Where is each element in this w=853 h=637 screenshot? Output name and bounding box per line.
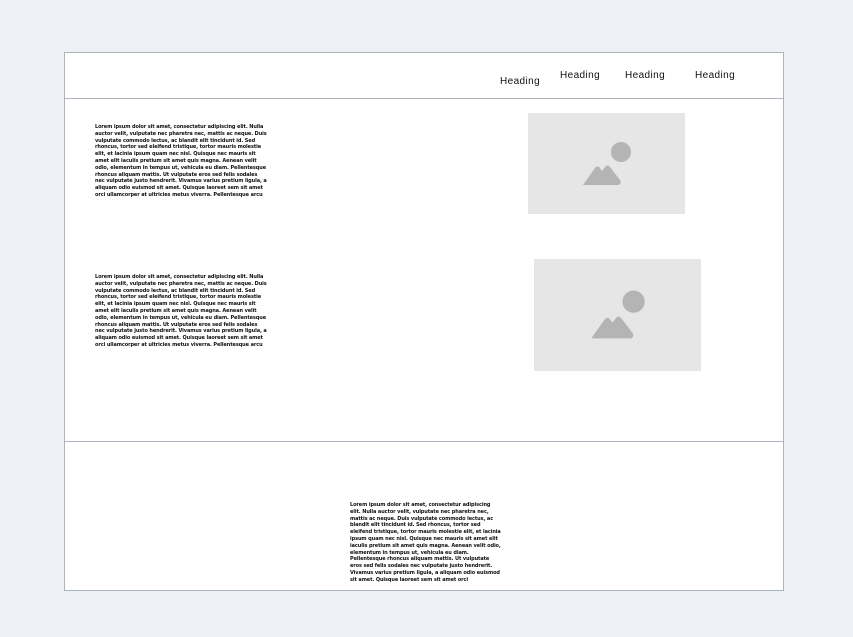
- wireframe-page: Heading Heading Heading Heading Lorem ip…: [64, 52, 784, 591]
- image-placeholder-2: [534, 259, 701, 371]
- image-placeholder-icon: [590, 290, 645, 339]
- nav-heading-1[interactable]: Heading: [500, 76, 540, 88]
- body-text-1: Lorem ipsum dolor sit amet, consectetur …: [95, 124, 267, 198]
- body-text-2: Lorem ipsum dolor sit amet, consectetur …: [95, 274, 267, 348]
- footer-text: Lorem ipsum dolor sit amet, consectetur …: [350, 502, 501, 584]
- header: Heading Heading Heading Heading: [65, 53, 783, 99]
- section-divider: [65, 441, 783, 442]
- nav-heading-3[interactable]: Heading: [625, 70, 665, 82]
- image-placeholder-1: [528, 113, 685, 214]
- nav-heading-4[interactable]: Heading: [695, 70, 735, 82]
- nav-heading-2[interactable]: Heading: [560, 70, 600, 82]
- image-placeholder-icon: [582, 141, 631, 185]
